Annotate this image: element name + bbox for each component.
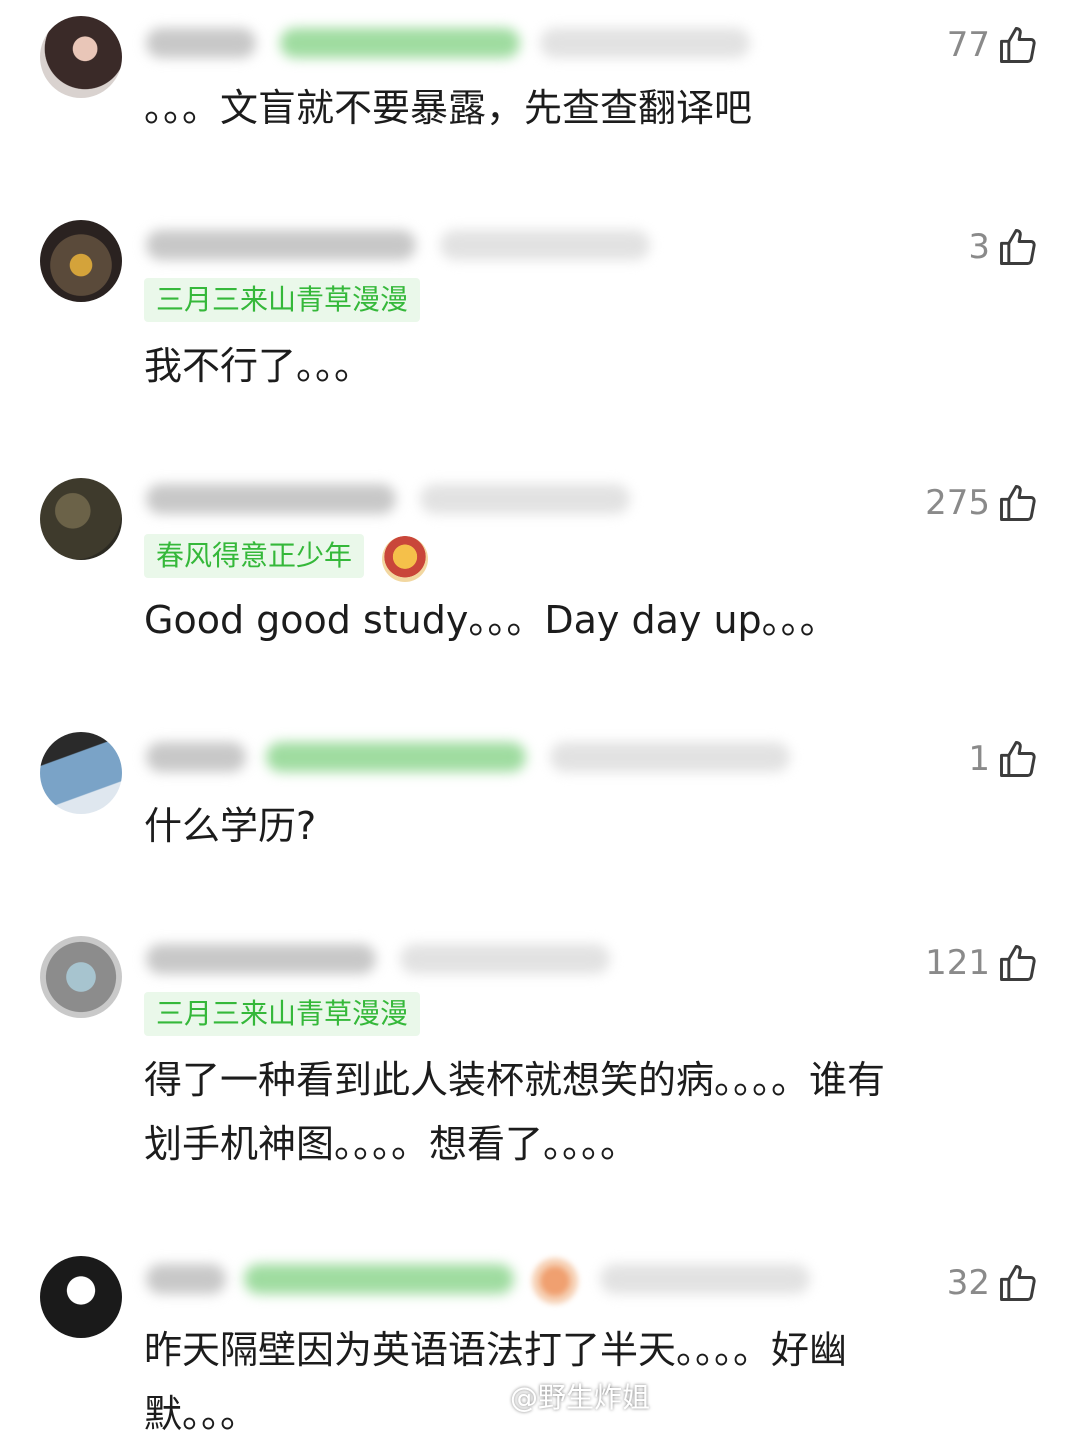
username-blurred[interactable] xyxy=(146,484,396,514)
comment-text: 什么学历? xyxy=(144,804,317,848)
comment-text: 。。。文盲就不要暴露，先查查翻译吧 xyxy=(144,86,753,130)
watermark-text: @野生炸姐 xyxy=(510,1381,651,1414)
avatar[interactable] xyxy=(40,478,122,560)
like-button[interactable]: 1 xyxy=(968,734,1040,784)
comment-text: Good good study。。。Day day up。。。 xyxy=(144,598,838,642)
badge-icon xyxy=(532,1258,578,1304)
user-tag-blurred xyxy=(266,742,526,772)
watermark: @野生炸姐 xyxy=(470,1376,650,1416)
like-count: 275 xyxy=(925,483,990,523)
user-tag-blurred xyxy=(244,1264,514,1294)
medal-badge-icon xyxy=(382,536,428,582)
avatar[interactable] xyxy=(40,936,122,1018)
like-button[interactable]: 275 xyxy=(925,478,1040,528)
thumbs-up-icon xyxy=(1000,27,1036,63)
timestamp-blurred xyxy=(600,1264,810,1294)
timestamp-blurred xyxy=(540,28,750,58)
thumbs-up-icon xyxy=(1000,229,1036,265)
username-blurred[interactable] xyxy=(146,944,376,974)
comment-text: 得了一种看到此人装杯就想笑的病。。。。谁有 划手机神图。。。。想看了。。。。 xyxy=(144,1058,886,1166)
avatar[interactable] xyxy=(40,16,122,98)
like-button[interactable]: 77 xyxy=(947,20,1040,70)
username-blurred[interactable] xyxy=(146,742,246,772)
like-button[interactable]: 3 xyxy=(968,222,1040,272)
weibo-icon xyxy=(470,1383,503,1410)
like-count: 1 xyxy=(968,739,990,779)
like-count: 77 xyxy=(946,25,990,65)
thumbs-up-icon xyxy=(1000,1265,1036,1301)
user-tag-blurred xyxy=(280,28,520,58)
avatar[interactable] xyxy=(40,1256,122,1338)
like-button[interactable]: 121 xyxy=(925,938,1040,988)
user-tag[interactable]: 三月三来山青草漫漫 xyxy=(144,992,421,1036)
thumbs-up-icon xyxy=(1000,485,1036,521)
thumbs-up-icon xyxy=(1000,741,1036,777)
username-blurred[interactable] xyxy=(146,230,416,260)
username-blurred[interactable] xyxy=(146,1264,226,1294)
user-tag[interactable]: 三月三来山青草漫漫 xyxy=(144,278,421,322)
timestamp-blurred xyxy=(420,484,630,514)
like-count: 121 xyxy=(925,943,990,983)
timestamp-blurred xyxy=(440,230,650,260)
timestamp-blurred xyxy=(400,944,610,974)
like-count: 3 xyxy=(968,227,990,267)
avatar[interactable] xyxy=(40,220,122,302)
like-button[interactable]: 32 xyxy=(947,1258,1040,1308)
timestamp-blurred xyxy=(550,742,790,772)
user-tag[interactable]: 春风得意正少年 xyxy=(144,534,365,578)
avatar[interactable] xyxy=(40,732,122,814)
thumbs-up-icon xyxy=(1000,945,1036,981)
comment-text: 我不行了。。。 xyxy=(144,344,373,388)
username-blurred[interactable] xyxy=(146,28,256,58)
like-count: 32 xyxy=(946,1263,990,1303)
